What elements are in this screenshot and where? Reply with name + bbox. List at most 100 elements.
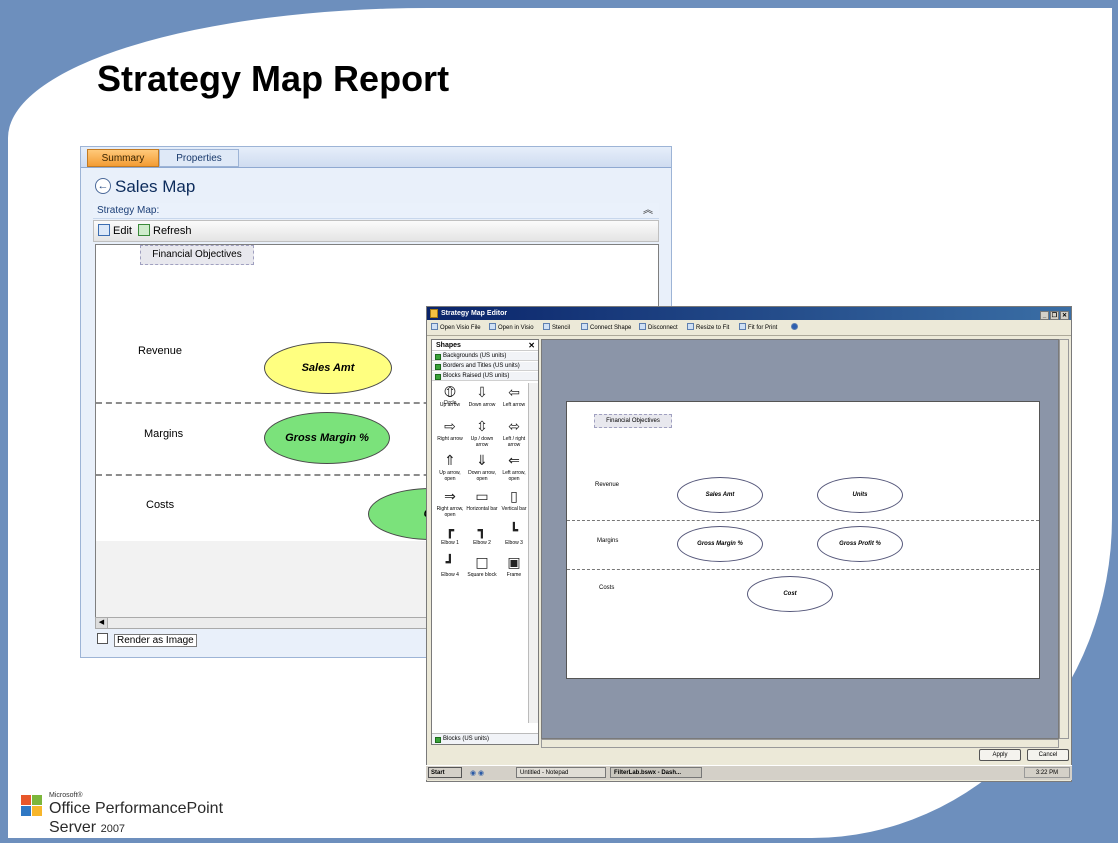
brand-server-label: Server <box>49 819 97 836</box>
app-icon <box>430 309 438 318</box>
disconnect-button[interactable]: Disconnect <box>639 321 678 335</box>
window-controls: _ ❐ ✕ <box>1039 309 1069 320</box>
shape-elbow-4[interactable]: ┛ Elbow 4 <box>434 555 466 578</box>
product-branding: Microsoft® Office PerformancePoint Serve… <box>21 792 281 838</box>
row-label-margins: Margins <box>144 428 184 440</box>
help-icon <box>791 323 798 330</box>
back-arrow-icon[interactable]: ← <box>95 178 111 194</box>
scroll-left-icon[interactable]: ◀ <box>96 618 108 628</box>
shape-label: Vertical bar <box>501 506 527 512</box>
restore-icon[interactable]: ❐ <box>1050 311 1059 320</box>
shape-elbow-2[interactable]: ┓ Elbow 2 <box>466 523 498 546</box>
apply-button[interactable]: Apply <box>979 749 1021 761</box>
tab-summary[interactable]: Summary <box>87 149 159 167</box>
row-label-costs: Costs <box>599 585 615 591</box>
objective-gross-margin[interactable]: Gross Margin % <box>264 412 390 464</box>
drawing-page: Financial Objectives Revenue Margins Cos… <box>566 401 1040 679</box>
start-button[interactable]: Start <box>428 767 462 778</box>
objective-cost[interactable]: Cost <box>747 576 833 612</box>
shape-right-arrow-open[interactable]: ⇒ Right arrow, open <box>434 489 466 518</box>
brand-server: Server 2007 <box>49 819 125 837</box>
shapes-grid: ⇧ Up arrow ⇩ Down arrow ⇦ Left arrow ⇨ Right ar… <box>432 383 530 723</box>
financial-objectives-label[interactable]: Financial Objectives <box>594 414 672 428</box>
shape-right-arrow[interactable]: ⇨ Right arrow <box>434 419 466 442</box>
connect-shape-button[interactable]: Connect Shape <box>581 321 631 335</box>
objective-sales-amt[interactable]: Sales Amt <box>677 477 763 513</box>
editor-title: Strategy Map Editor <box>441 310 508 317</box>
resize-to-fit-label: Resize to Fit <box>696 325 730 331</box>
shapes-scrollbar[interactable] <box>528 383 538 723</box>
shape-up-arrow-open[interactable]: ⇑ Up arrow, open <box>434 453 466 482</box>
refresh-button[interactable]: Refresh <box>138 224 192 239</box>
fit-for-print-button[interactable]: Fit for Print <box>739 321 777 335</box>
task-notepad[interactable]: Untitled - Notepad <box>516 767 606 778</box>
stencil-icon <box>435 737 441 743</box>
shape-circle[interactable]: ○ Circle <box>434 383 466 406</box>
horizontal-scrollbar[interactable] <box>541 739 1059 748</box>
minimize-icon[interactable]: _ <box>1040 311 1049 320</box>
shape-elbow-3[interactable]: ┗ Elbow 3 <box>498 523 530 546</box>
quick-launch-icons[interactable]: ◉ ◉ <box>470 767 484 780</box>
stencil-borders-titles[interactable]: Borders and Titles (US units) <box>432 362 538 371</box>
shape-frame[interactable]: ▣ Frame <box>498 555 530 578</box>
down-arrow-icon: ⇩ <box>476 385 488 401</box>
shape-label: Down arrow <box>468 402 496 408</box>
taskbar: Start ◉ ◉ Untitled - Notepad FilterLab.b… <box>426 765 1072 780</box>
objective-sales-amt[interactable]: Sales Amt <box>264 342 392 394</box>
left-arrow-icon: ⇦ <box>508 385 520 401</box>
close-icon[interactable]: ✕ <box>528 340 535 351</box>
render-as-image-checkbox[interactable] <box>97 633 108 644</box>
shape-up-down-arrow[interactable]: ⇳ Up / down arrow <box>466 419 498 448</box>
shape-left-arrow[interactable]: ⇦ Left arrow <box>498 385 530 408</box>
shape-down-arrow-open[interactable]: ⇓ Down arrow, open <box>466 453 498 482</box>
stencil-label: Borders and Titles (US units) <box>443 363 520 369</box>
task-filterlab[interactable]: FilterLab.bswx - Dash... <box>610 767 702 778</box>
shape-vertical-bar[interactable]: ▯ Vertical bar <box>498 489 530 512</box>
shape-horizontal-bar[interactable]: ▭ Horizontal bar <box>466 489 498 512</box>
help-button[interactable] <box>791 321 800 335</box>
stencil-icon <box>435 374 441 380</box>
vertical-bar-icon: ▯ <box>510 489 518 505</box>
open-visio-file-label: Open Visio File <box>440 325 481 331</box>
edit-button[interactable]: Edit <box>98 224 132 239</box>
stencil-icon <box>435 364 441 370</box>
objective-units[interactable]: Units <box>817 477 903 513</box>
row-divider <box>567 520 1039 521</box>
connect-icon <box>581 323 588 330</box>
editor-titlebar: Strategy Map Editor _ ❐ ✕ <box>427 307 1071 320</box>
shape-label: Down arrow, open <box>468 470 496 482</box>
close-icon[interactable]: ✕ <box>1060 311 1069 320</box>
stencil-label: Blocks (US units) <box>443 736 490 742</box>
elbow-2-icon: ┓ <box>477 523 487 539</box>
shape-label: Elbow 4 <box>441 572 459 578</box>
shape-label: Horizontal bar <box>466 506 498 512</box>
stencil-blocks-raised[interactable]: Blocks Raised (US units) <box>432 372 538 381</box>
shape-square-block[interactable]: □ Square block <box>466 555 498 578</box>
fit-for-print-label: Fit for Print <box>748 325 778 331</box>
open-in-visio-button[interactable]: Open in Visio <box>489 321 534 335</box>
stencil-icon <box>543 323 550 330</box>
right-arrow-icon: ⇨ <box>444 419 456 435</box>
cancel-button[interactable]: Cancel <box>1027 749 1069 761</box>
stencil-backgrounds[interactable]: Backgrounds (US units) <box>432 352 538 361</box>
vertical-scrollbar[interactable] <box>1059 339 1069 739</box>
open-visio-file-button[interactable]: Open Visio File <box>431 321 481 335</box>
objective-gross-margin[interactable]: Gross Margin % <box>677 526 763 562</box>
tab-properties[interactable]: Properties <box>159 149 239 167</box>
shape-left-right-arrow[interactable]: ⬄ Left / right arrow <box>498 419 530 448</box>
shape-elbow-1[interactable]: ┏ Elbow 1 <box>434 523 466 546</box>
resize-icon <box>687 323 694 330</box>
shapes-pane-title: Shapes <box>436 342 461 349</box>
shape-left-arrow-open[interactable]: ⇐ Left arrow, open <box>498 453 530 482</box>
shape-label: Left / right arrow <box>502 436 526 448</box>
stencil-blocks[interactable]: Blocks (US units) <box>432 733 538 744</box>
row-divider <box>567 569 1039 570</box>
left-arrow-open-icon: ⇐ <box>508 453 520 469</box>
objective-gross-profit[interactable]: Gross Profit % <box>817 526 903 562</box>
disconnect-label: Disconnect <box>648 325 678 331</box>
shape-label: Frame <box>506 572 522 578</box>
shape-down-arrow[interactable]: ⇩ Down arrow <box>466 385 498 408</box>
collapse-chevron-icon[interactable]: ︽ <box>643 203 653 219</box>
stencil-button[interactable]: Stencil <box>543 321 570 335</box>
resize-to-fit-button[interactable]: Resize to Fit <box>687 321 729 335</box>
